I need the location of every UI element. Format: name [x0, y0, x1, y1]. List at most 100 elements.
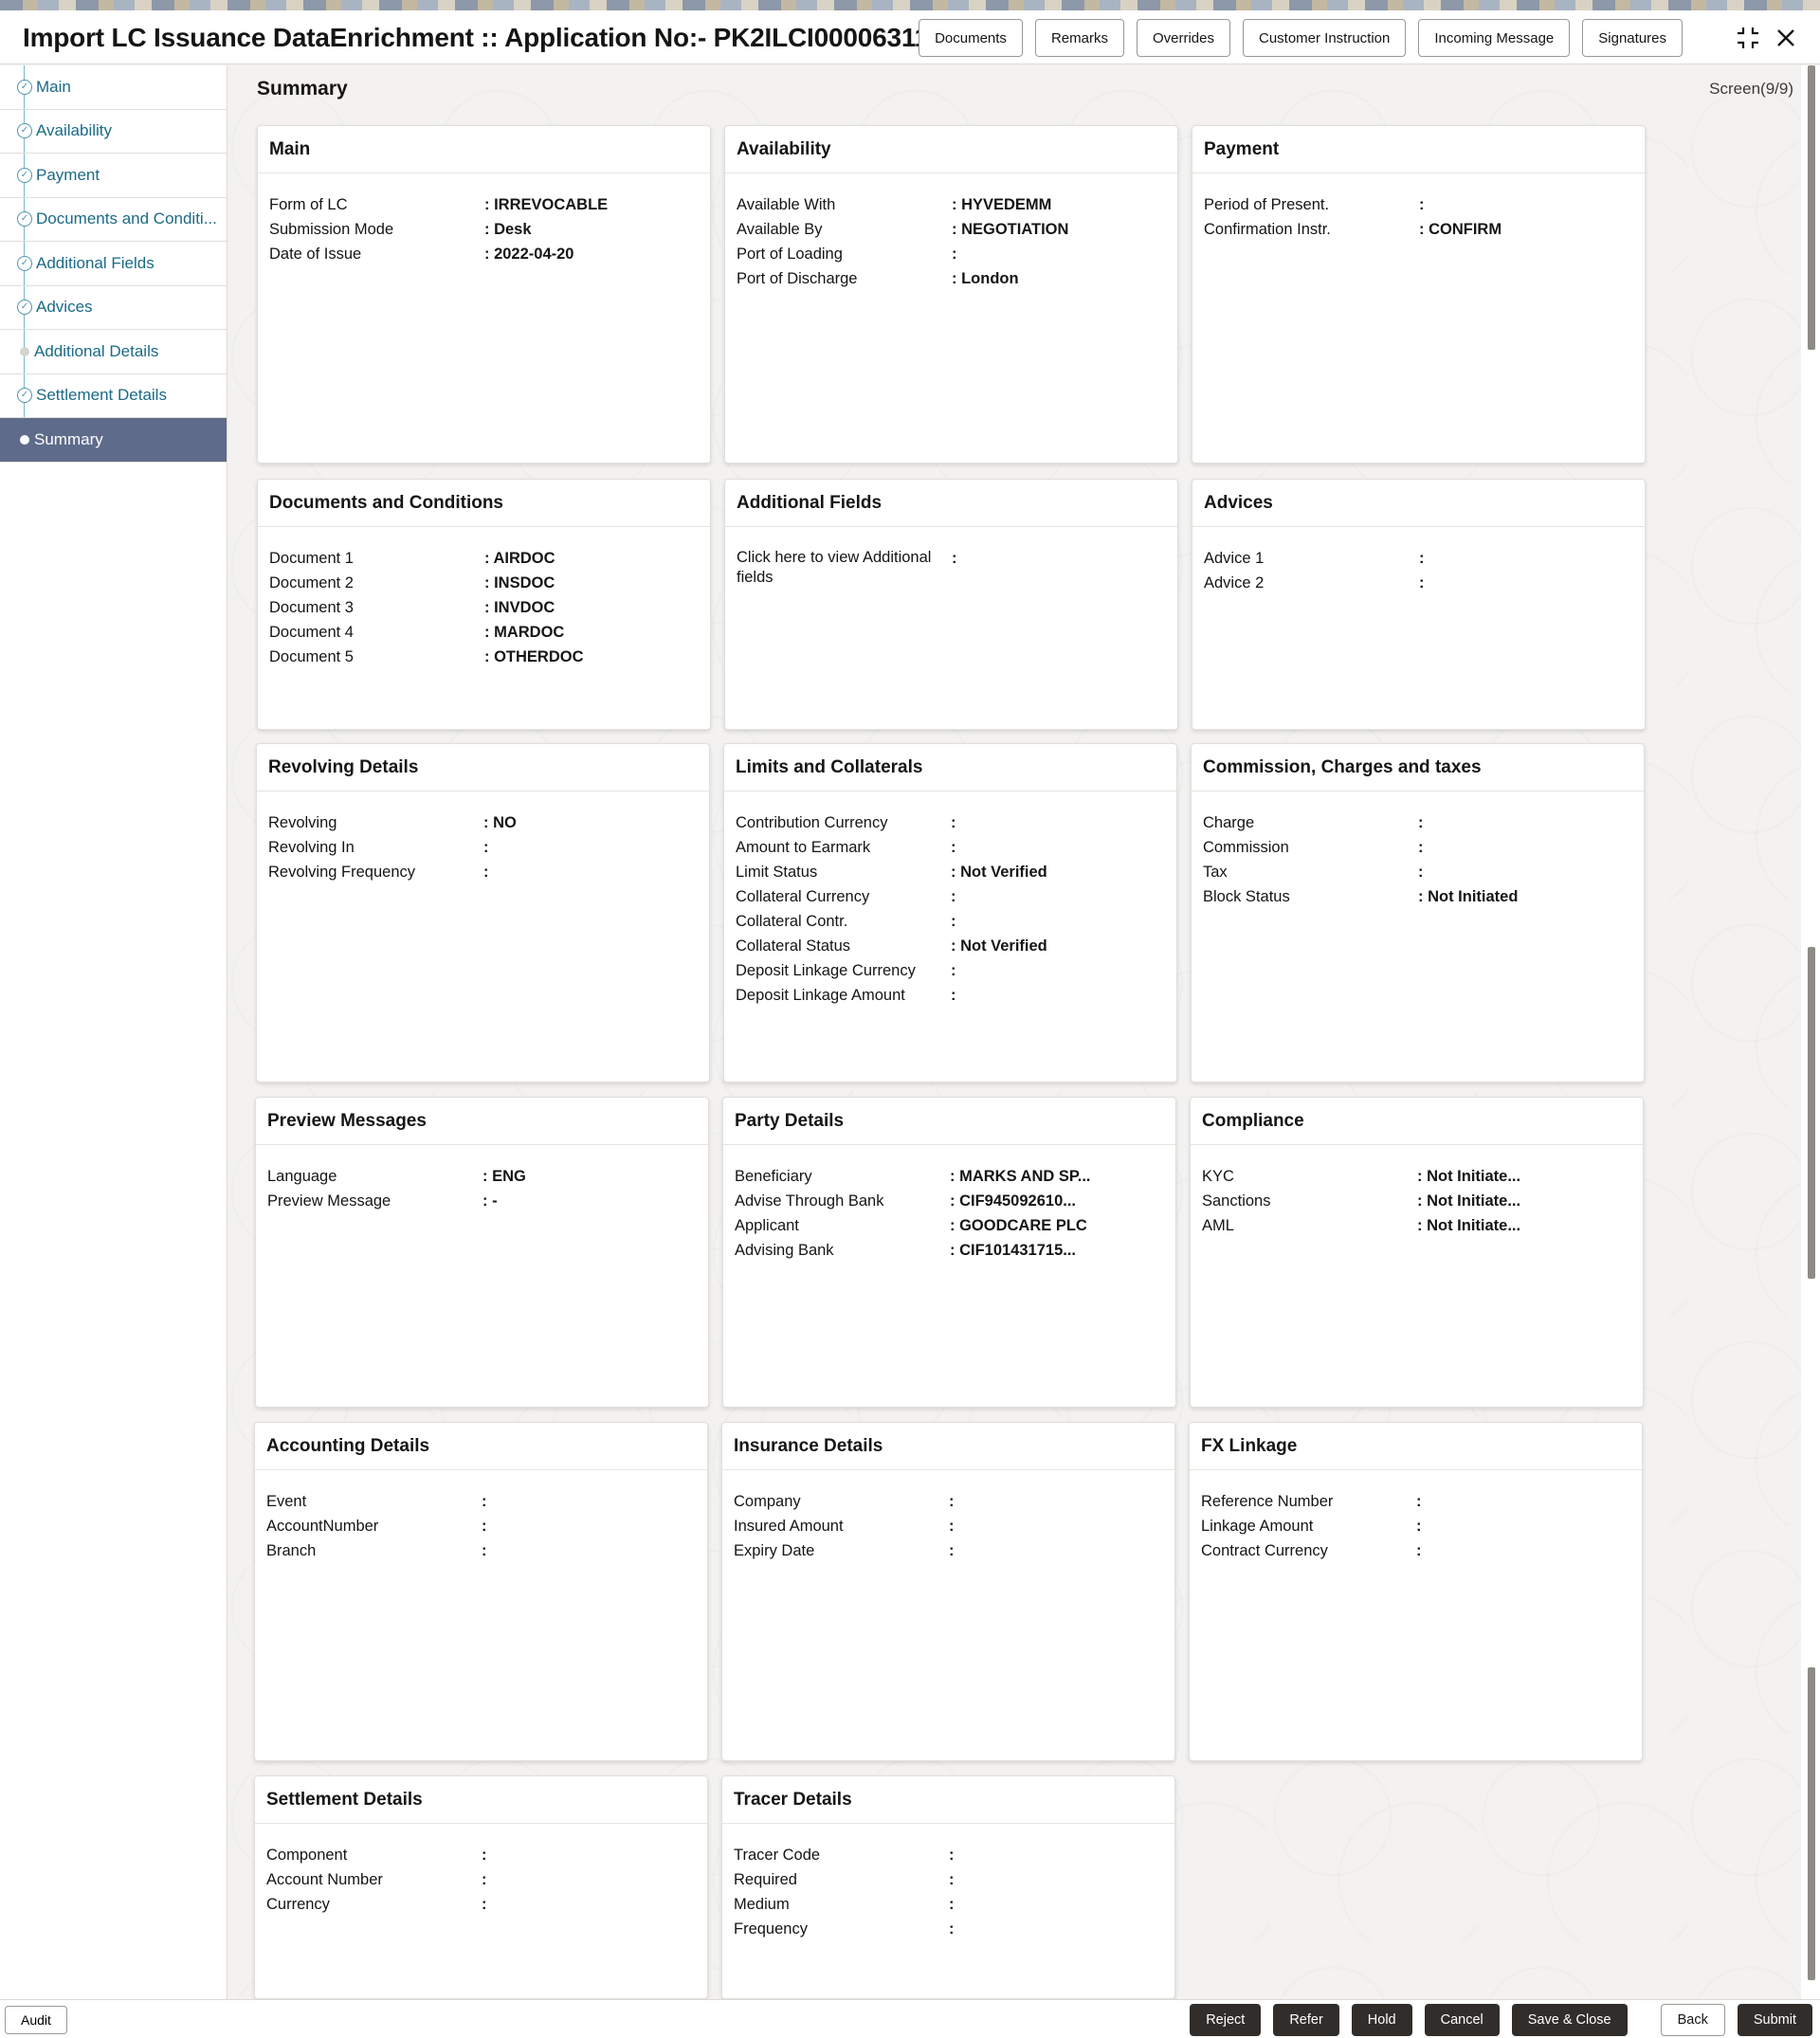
field-row: Account Number:: [266, 1867, 696, 1892]
card-advices[interactable]: Advices Advice 1: Advice 2:: [1192, 479, 1646, 730]
field-label: Submission Mode: [269, 221, 394, 238]
card-title: Party Details: [723, 1098, 1175, 1145]
field-label: Block Status: [1203, 888, 1290, 905]
field-label: Advising Bank: [735, 1242, 834, 1259]
card-title: Settlement Details: [255, 1776, 707, 1824]
card-revolving[interactable]: Revolving Details Revolving: NO Revolving …: [256, 743, 710, 1083]
sidebar-item-main[interactable]: ✓ Main: [0, 65, 227, 110]
card-accounting[interactable]: Accounting Details Event: AccountNumber: Br…: [254, 1422, 708, 1761]
field-value: :: [949, 1896, 955, 1913]
sidebar-item-availability[interactable]: ✓ Availability: [0, 109, 227, 154]
scrollbar-thumb[interactable]: [1808, 947, 1815, 1279]
sidebar-item-payment[interactable]: ✓ Payment: [0, 154, 227, 198]
reject-button[interactable]: Reject: [1190, 2004, 1262, 2036]
field-row: Document 2: INSDOC: [269, 571, 699, 595]
active-dot-icon: [20, 434, 29, 445]
save-close-button[interactable]: Save & Close: [1511, 2004, 1628, 2036]
field-value: :: [1419, 196, 1425, 213]
card-title: Tracer Details: [722, 1776, 1174, 1824]
card-party[interactable]: Party Details Beneficiary: MARKS AND SP..…: [722, 1097, 1176, 1408]
field-value: :: [1418, 839, 1424, 856]
field-label: Event: [266, 1493, 307, 1510]
card-compliance[interactable]: Compliance KYC: Not Initiate... Sanctions:…: [1190, 1097, 1644, 1408]
close-icon[interactable]: [1773, 25, 1799, 51]
card-preview[interactable]: Preview Messages Language: ENG Preview Mes…: [255, 1097, 709, 1408]
field-row: Reference Number:: [1201, 1489, 1630, 1514]
field-value: : AIRDOC: [484, 550, 555, 567]
back-button[interactable]: Back: [1660, 2004, 1725, 2036]
field-value: :: [482, 1493, 487, 1510]
documents-button[interactable]: Documents: [919, 19, 1023, 57]
check-circle-icon: ✓: [17, 388, 32, 404]
field-value: :: [1418, 814, 1424, 831]
field-value: : Desk: [484, 221, 532, 238]
card-settlement[interactable]: Settlement Details Component: Account Numb…: [254, 1775, 708, 1999]
card-limits[interactable]: Limits and Collaterals Contribution Curre…: [723, 743, 1177, 1083]
card-title: Commission, Charges and taxes: [1192, 744, 1644, 792]
card-documents[interactable]: Documents and Conditions Document 1: AIRD…: [257, 479, 711, 730]
field-label: Revolving: [268, 814, 337, 831]
check-circle-icon: ✓: [17, 211, 32, 227]
field-row: Revolving In:: [268, 835, 698, 860]
field-row: Advice 2:: [1204, 571, 1633, 595]
field-label: Deposit Linkage Amount: [736, 987, 905, 1004]
audit-button[interactable]: Audit: [5, 2006, 67, 2034]
scrollbar-thumb[interactable]: [1808, 65, 1815, 350]
submit-button[interactable]: Submit: [1737, 2004, 1812, 2036]
header-buttons: Documents Remarks Overrides Customer Ins…: [919, 19, 1683, 57]
card-title: Accounting Details: [255, 1423, 707, 1470]
field-row: Advising Bank: CIF101431715...: [735, 1238, 1164, 1263]
field-label: Contract Currency: [1201, 1542, 1328, 1559]
scrollbar-thumb[interactable]: [1808, 1667, 1815, 1980]
field-value: : INSDOC: [484, 574, 555, 591]
sidebar-item-additional-fields[interactable]: ✓ Additional Fields: [0, 242, 227, 286]
field-value: : CIF945092610...: [950, 1192, 1076, 1210]
field-row: Collateral Contr.:: [736, 909, 1165, 934]
card-tracer[interactable]: Tracer Details Tracer Code: Required: Mediu…: [721, 1775, 1175, 1999]
sidebar-item-additional-details[interactable]: Additional Details: [0, 330, 227, 374]
field-value: : -: [482, 1192, 498, 1210]
field-label: AccountNumber: [266, 1518, 379, 1535]
field-label: Preview Message: [267, 1192, 391, 1210]
incoming-message-button[interactable]: Incoming Message: [1418, 19, 1571, 57]
refer-button[interactable]: Refer: [1273, 2004, 1339, 2036]
field-value: :: [1419, 574, 1425, 591]
overrides-button[interactable]: Overrides: [1136, 19, 1230, 57]
card-fx[interactable]: FX Linkage Reference Number: Linkage Amoun…: [1189, 1422, 1643, 1761]
scrollbar[interactable]: [1801, 65, 1820, 1999]
check-circle-icon: ✓: [17, 167, 32, 183]
field-label[interactable]: Click here to view Additional fields: [737, 546, 952, 588]
sidebar-item-settlement-details[interactable]: ✓ Settlement Details: [0, 373, 227, 418]
customer-instruction-button[interactable]: Customer Instruction: [1242, 19, 1407, 57]
field-label: Account Number: [266, 1871, 383, 1888]
card-commission[interactable]: Commission, Charges and taxes Charge: Comm…: [1191, 743, 1645, 1083]
card-main[interactable]: Main Form of LC: IRREVOCABLE Submission Mo…: [257, 125, 711, 464]
card-additional-fields[interactable]: Additional Fields Click here to view Addi…: [724, 479, 1178, 730]
card-insurance[interactable]: Insurance Details Company: Insured Amount:…: [721, 1422, 1175, 1761]
signatures-button[interactable]: Signatures: [1582, 19, 1683, 57]
field-value: : INVDOC: [484, 599, 555, 616]
cancel-button[interactable]: Cancel: [1424, 2004, 1500, 2036]
field-row: Amount to Earmark:: [736, 835, 1165, 860]
hold-button[interactable]: Hold: [1351, 2004, 1412, 2036]
card-title: Availability: [725, 126, 1177, 173]
remarks-button[interactable]: Remarks: [1034, 19, 1124, 57]
field-row: Available With: HYVEDEMM: [737, 192, 1166, 217]
screen-counter: Screen(9/9): [1709, 80, 1793, 98]
field-value: : ENG: [482, 1168, 526, 1185]
field-row: Medium:: [734, 1892, 1163, 1917]
field-label: Commission: [1203, 839, 1289, 856]
field-row: Document 3: INVDOC: [269, 595, 699, 620]
sidebar-item-summary[interactable]: Summary: [0, 418, 227, 463]
field-label: Document 5: [269, 648, 354, 665]
field-label: Deposit Linkage Currency: [736, 962, 916, 979]
sidebar-item-advices[interactable]: ✓ Advices: [0, 285, 227, 330]
sidebar-item-documents[interactable]: ✓ Documents and Conditi...: [0, 197, 227, 242]
card-availability[interactable]: Availability Available With: HYVEDEMM Avai…: [724, 125, 1178, 464]
footer-actions: Reject Refer Hold Cancel Save & Close Ba…: [1190, 2004, 1812, 2036]
card-payment[interactable]: Payment Period of Present.: Confirmation I…: [1192, 125, 1646, 464]
field-row: Document 1: AIRDOC: [269, 546, 699, 571]
expand-icon[interactable]: [1735, 25, 1761, 51]
field-row: Expiry Date:: [734, 1538, 1163, 1563]
card-body: Available With: HYVEDEMM Available By: NE…: [725, 173, 1177, 291]
